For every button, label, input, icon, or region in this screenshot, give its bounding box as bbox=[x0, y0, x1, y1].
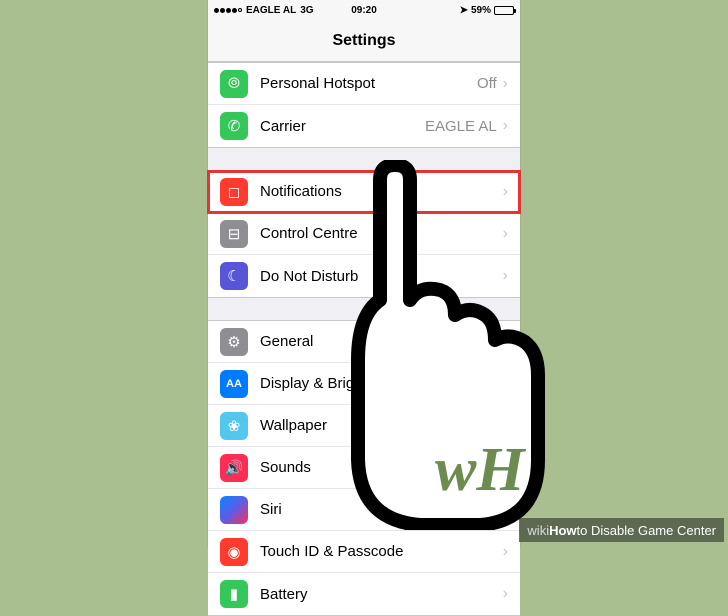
caption-bar: wikiHow to Disable Game Center bbox=[519, 518, 724, 542]
siri-icon bbox=[220, 496, 248, 524]
status-right: ➤ 59% bbox=[460, 5, 514, 16]
settings-group: ⦾ Personal HotspotOff › ✆ CarrierEAGLE AL › bbox=[208, 62, 520, 148]
row-label: Personal Hotspot bbox=[260, 75, 477, 92]
settings-row-battery[interactable]: ▮ Battery› bbox=[208, 573, 520, 615]
settings-group: ⚙General›AADisplay & Brightness›❀Wallpap… bbox=[208, 320, 520, 616]
chevron-right-icon: › bbox=[503, 117, 508, 135]
settings-row-notifications[interactable]: ◻ Notifications› bbox=[208, 171, 520, 213]
settings-list[interactable]: ⦾ Personal HotspotOff › ✆ CarrierEAGLE AL › ◻ N… bbox=[208, 62, 520, 616]
chevron-right-icon: › bbox=[503, 417, 508, 435]
row-value: Off bbox=[477, 75, 497, 92]
row-value: EAGLE AL bbox=[425, 118, 497, 135]
dnd-icon: ☾ bbox=[220, 262, 248, 290]
settings-row-do-not-disturb[interactable]: ☾ Do Not Disturb› bbox=[208, 255, 520, 297]
display-icon: AA bbox=[220, 370, 248, 398]
row-label: Wallpaper bbox=[260, 417, 503, 434]
row-label: General bbox=[260, 333, 503, 350]
row-label: Notifications bbox=[260, 183, 503, 200]
settings-group: ◻Notifications›⊟Control Centre›☾Do Not D… bbox=[208, 170, 520, 298]
status-left: EAGLE AL 3G bbox=[214, 5, 314, 16]
chevron-right-icon: › bbox=[503, 225, 508, 243]
settings-row-control-centre[interactable]: ⊟ Control Centre› bbox=[208, 213, 520, 255]
battery-icon bbox=[494, 6, 514, 15]
chevron-right-icon: › bbox=[503, 543, 508, 561]
touchid-icon: ◉ bbox=[220, 538, 248, 566]
settings-row-siri[interactable]: Siri› bbox=[208, 489, 520, 531]
settings-row-display-brightness[interactable]: AA Display & Brightness› bbox=[208, 363, 520, 405]
caption-brand: wikiHow bbox=[527, 523, 576, 538]
battery-pct: 59% bbox=[471, 5, 491, 16]
wallpaper-icon: ❀ bbox=[220, 412, 248, 440]
control-icon: ⊟ bbox=[220, 220, 248, 248]
row-label: Battery bbox=[260, 586, 503, 603]
general-icon: ⚙ bbox=[220, 328, 248, 356]
row-label: Display & Brightness bbox=[260, 375, 503, 392]
chevron-right-icon: › bbox=[503, 267, 508, 285]
phone-screen: EAGLE AL 3G 09:20 ➤ 59% Settings ⦾ Person… bbox=[208, 0, 520, 546]
status-bar: EAGLE AL 3G 09:20 ➤ 59% bbox=[208, 0, 520, 20]
settings-row-wallpaper[interactable]: ❀ Wallpaper› bbox=[208, 405, 520, 447]
settings-row-personal-hotspot[interactable]: ⦾ Personal HotspotOff › bbox=[208, 63, 520, 105]
row-label: Sounds bbox=[260, 459, 503, 476]
settings-row-sounds[interactable]: 🔊 Sounds› bbox=[208, 447, 520, 489]
carrier-icon: ✆ bbox=[220, 112, 248, 140]
row-label: Siri bbox=[260, 501, 503, 518]
notif-icon: ◻ bbox=[220, 178, 248, 206]
settings-row-touch-id-passcode[interactable]: ◉Touch ID & Passcode› bbox=[208, 531, 520, 573]
chevron-right-icon: › bbox=[503, 183, 508, 201]
signal-dots-icon bbox=[214, 8, 242, 13]
row-label: Control Centre bbox=[260, 225, 503, 242]
settings-row-carrier[interactable]: ✆ CarrierEAGLE AL › bbox=[208, 105, 520, 147]
settings-row-general[interactable]: ⚙ General› bbox=[208, 321, 520, 363]
caption-text: to Disable Game Center bbox=[577, 523, 716, 538]
row-label: Carrier bbox=[260, 118, 425, 135]
network-label: 3G bbox=[300, 5, 313, 16]
chevron-right-icon: › bbox=[503, 75, 508, 93]
chevron-right-icon: › bbox=[503, 333, 508, 351]
clock: 09:20 bbox=[351, 5, 377, 16]
battery-icon: ▮ bbox=[220, 580, 248, 608]
carrier-label: EAGLE AL bbox=[246, 5, 296, 16]
chevron-right-icon: › bbox=[503, 501, 508, 519]
location-icon: ➤ bbox=[460, 5, 468, 16]
chevron-right-icon: › bbox=[503, 459, 508, 477]
sounds-icon: 🔊 bbox=[220, 454, 248, 482]
chevron-right-icon: › bbox=[503, 375, 508, 393]
row-label: Do Not Disturb bbox=[260, 268, 503, 285]
chevron-right-icon: › bbox=[503, 585, 508, 603]
page-title: Settings bbox=[208, 20, 520, 62]
hotspot-icon: ⦾ bbox=[220, 70, 248, 98]
